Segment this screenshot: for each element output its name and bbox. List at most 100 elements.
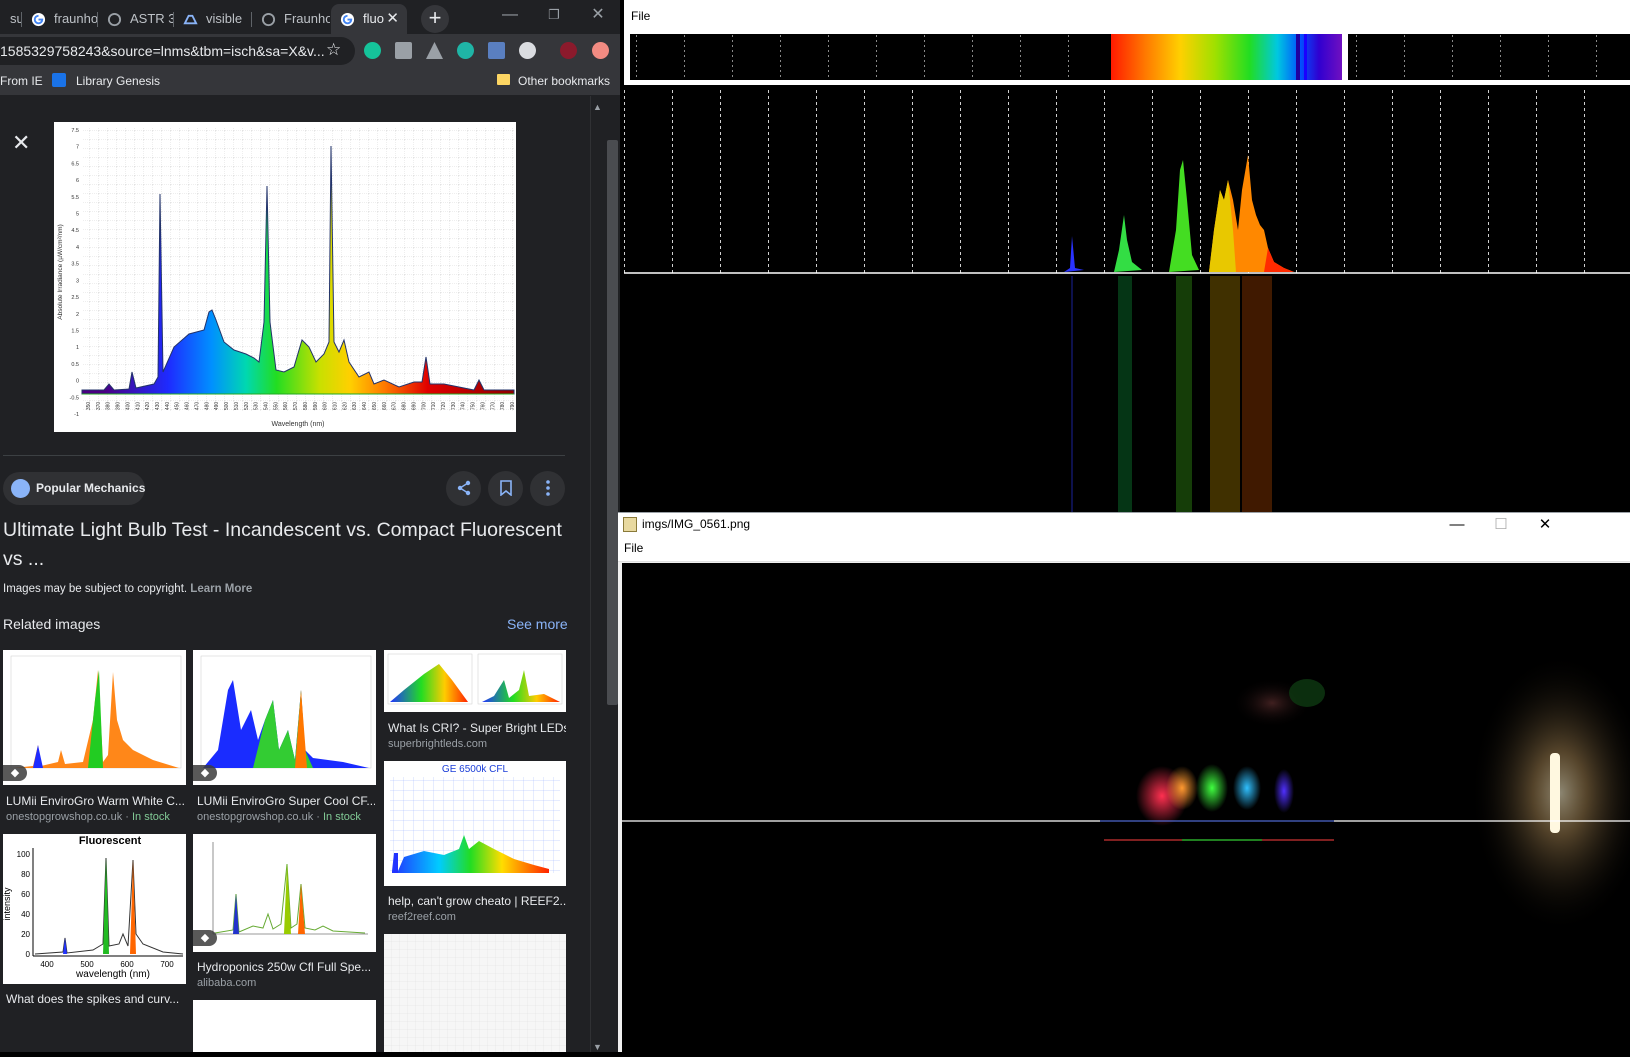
spectrum-chart: 7.5 7 6.5 6 5.5 5 4.5 4 3.5 3 2.5 2 1.5 1 0.5 0 -0.5 -1 3…: [57, 128, 516, 428]
related-caption-2[interactable]: LUMii EnviroGro Super Cool CF...: [197, 794, 375, 808]
stock-badge: In stock: [131, 811, 170, 823]
close-tab-icon[interactable]: ✕: [386, 4, 399, 34]
y-tick-label: 5.5: [71, 195, 79, 201]
close-button[interactable]: ✕: [1525, 514, 1565, 536]
x-tick-label: 710: [431, 402, 437, 411]
bookmark-library-genesis[interactable]: Library Genesis: [76, 74, 160, 88]
x-tick-label: 400: [125, 402, 131, 411]
x-tick-label: 760: [480, 402, 486, 411]
tab-1[interactable]: sur: [0, 4, 22, 34]
related-thumb-7[interactable]: [384, 934, 566, 1052]
mendeley-extension-icon[interactable]: [457, 42, 474, 59]
tab-3[interactable]: ASTR 3: [98, 4, 174, 34]
tab-6-active[interactable]: fluo ✕: [331, 4, 407, 34]
y-tick-label: 1.5: [71, 328, 79, 334]
x-tick-label: 640: [362, 402, 368, 411]
x-tick-label: 420: [145, 402, 151, 411]
share-button[interactable]: [446, 471, 481, 506]
scrollbar-thumb[interactable]: [607, 140, 618, 705]
page-icon: [107, 12, 122, 27]
related-caption-4[interactable]: help, can't grow cheato | REEF2...: [388, 894, 566, 908]
close-viewer-icon[interactable]: ✕: [12, 130, 30, 156]
thumb-y-tick: 0: [26, 950, 31, 959]
image-window-titlebar[interactable]: [618, 512, 1630, 538]
related-caption-1[interactable]: LUMii EnviroGro Warm White C...: [6, 794, 184, 808]
send-extension-icon[interactable]: [395, 42, 412, 59]
share-icon: [457, 480, 470, 496]
spectroscope-photo: [622, 563, 1630, 1052]
x-tick-label: 740: [461, 402, 467, 411]
page-title[interactable]: Ultimate Light Bulb Test - Incandescent …: [3, 516, 568, 574]
x-tick-label: 590: [313, 402, 319, 411]
url-text[interactable]: 1585329758243&source=lnms&tbm=isch&sa=X&…: [0, 43, 330, 59]
y-tick-label: 3: [76, 278, 79, 284]
thumb-y-tick: 40: [21, 910, 30, 919]
profile-avatar-icon[interactable]: [560, 42, 577, 59]
grammarly-extension-icon[interactable]: [364, 42, 381, 59]
more-options-button[interactable]: [530, 471, 565, 506]
x-tick-label: 680: [402, 402, 408, 411]
x-axis-label: Wavelength (nm): [271, 421, 324, 428]
related-thumb-6[interactable]: [193, 834, 376, 952]
x-tick-label: 500: [224, 402, 230, 411]
related-thumb-4[interactable]: GE 6500k CFL: [384, 761, 566, 886]
related-images-heading: Related images: [3, 616, 101, 632]
main-spectrum-image[interactable]: 7.5 7 6.5 6 5.5 5 4.5 4 3.5 3 2.5 2 1.5 1 0.5 0 -0.5 -1 3…: [54, 122, 516, 432]
file-menu[interactable]: File: [624, 541, 643, 555]
scroll-down-arrow-icon[interactable]: ▼: [593, 1042, 602, 1052]
save-button[interactable]: [488, 471, 523, 506]
new-tab-button[interactable]: +: [421, 5, 449, 33]
tab-label: Fraunho: [284, 11, 330, 26]
bookmark-from-ie[interactable]: From IE: [0, 74, 43, 88]
thumb-chart: [384, 934, 566, 1052]
x-tick-label: 370: [96, 402, 102, 411]
source-name[interactable]: Popular Mechanics: [36, 481, 145, 495]
image-extension-icon[interactable]: [488, 42, 505, 59]
x-tick-label: 620: [342, 402, 348, 411]
related-thumb-2[interactable]: [193, 650, 376, 785]
lightbulb-extension-icon[interactable]: [519, 42, 536, 59]
tab-5[interactable]: Fraunho: [252, 4, 330, 34]
x-tick-label: 540: [263, 402, 269, 411]
maximize-button[interactable]: ☐: [1481, 514, 1521, 536]
thumb-x-tick: 500: [80, 960, 94, 969]
close-window-button[interactable]: ✕: [576, 0, 620, 30]
file-menu[interactable]: File: [631, 9, 650, 23]
x-tick-label: 770: [490, 402, 496, 411]
x-tick-label: 460: [185, 402, 191, 411]
learn-more-link[interactable]: Learn More: [190, 583, 252, 595]
x-tick-label: 580: [303, 402, 309, 411]
x-tick-label: 510: [234, 402, 240, 411]
related-caption-6[interactable]: Hydroponics 250w Cfl Full Spe...: [197, 960, 375, 974]
related-thumb-5[interactable]: Fluorescent 100 80 60 40 20 0 400 500 600 700 wa…: [3, 834, 186, 984]
scroll-up-arrow-icon[interactable]: ▲: [593, 102, 602, 112]
related-caption-5[interactable]: What does the spikes and curv...: [6, 992, 184, 1006]
x-tick-label: 600: [323, 402, 329, 411]
bookmark-star-icon[interactable]: ☆: [326, 40, 341, 60]
y-axis-ticks: 7.5 7 6.5 6 5.5 5 4.5 4 3.5 3 2.5 2 1.5 1 0.5 0 -0.5 -1: [70, 128, 79, 418]
other-bookmarks[interactable]: Other bookmarks: [518, 74, 610, 88]
tab-2[interactable]: fraunho: [22, 4, 98, 34]
spectrum-menubar: [624, 0, 1630, 30]
thumb-ylabel: intensity: [3, 887, 12, 921]
google-icon: [31, 12, 46, 27]
window-title: imgs/IMG_0561.png: [642, 517, 751, 531]
tab-label: ASTR 3: [130, 11, 174, 26]
minimize-button[interactable]: —: [488, 0, 532, 30]
related-caption-3[interactable]: What Is CRI? - Super Bright LEDs: [388, 721, 566, 735]
y-tick-label: 3.5: [71, 262, 79, 268]
stock-badge: In stock: [322, 811, 361, 823]
x-tick-label: 650: [372, 402, 378, 411]
tab-4[interactable]: visible: [174, 4, 252, 34]
restore-button[interactable]: ❐: [532, 0, 576, 30]
y-tick-label: -0.5: [70, 395, 79, 401]
globe-icon: [11, 479, 30, 498]
update-badge-icon[interactable]: [592, 42, 609, 59]
shopping-tag-icon: ◆: [3, 765, 27, 781]
see-more-link[interactable]: See more: [507, 616, 568, 632]
related-thumb-1[interactable]: [3, 650, 186, 785]
thumb-title: Fluorescent: [79, 835, 142, 847]
related-thumb-8[interactable]: [193, 1000, 376, 1052]
minimize-button[interactable]: —: [1437, 514, 1477, 536]
related-thumb-3[interactable]: [384, 650, 566, 712]
